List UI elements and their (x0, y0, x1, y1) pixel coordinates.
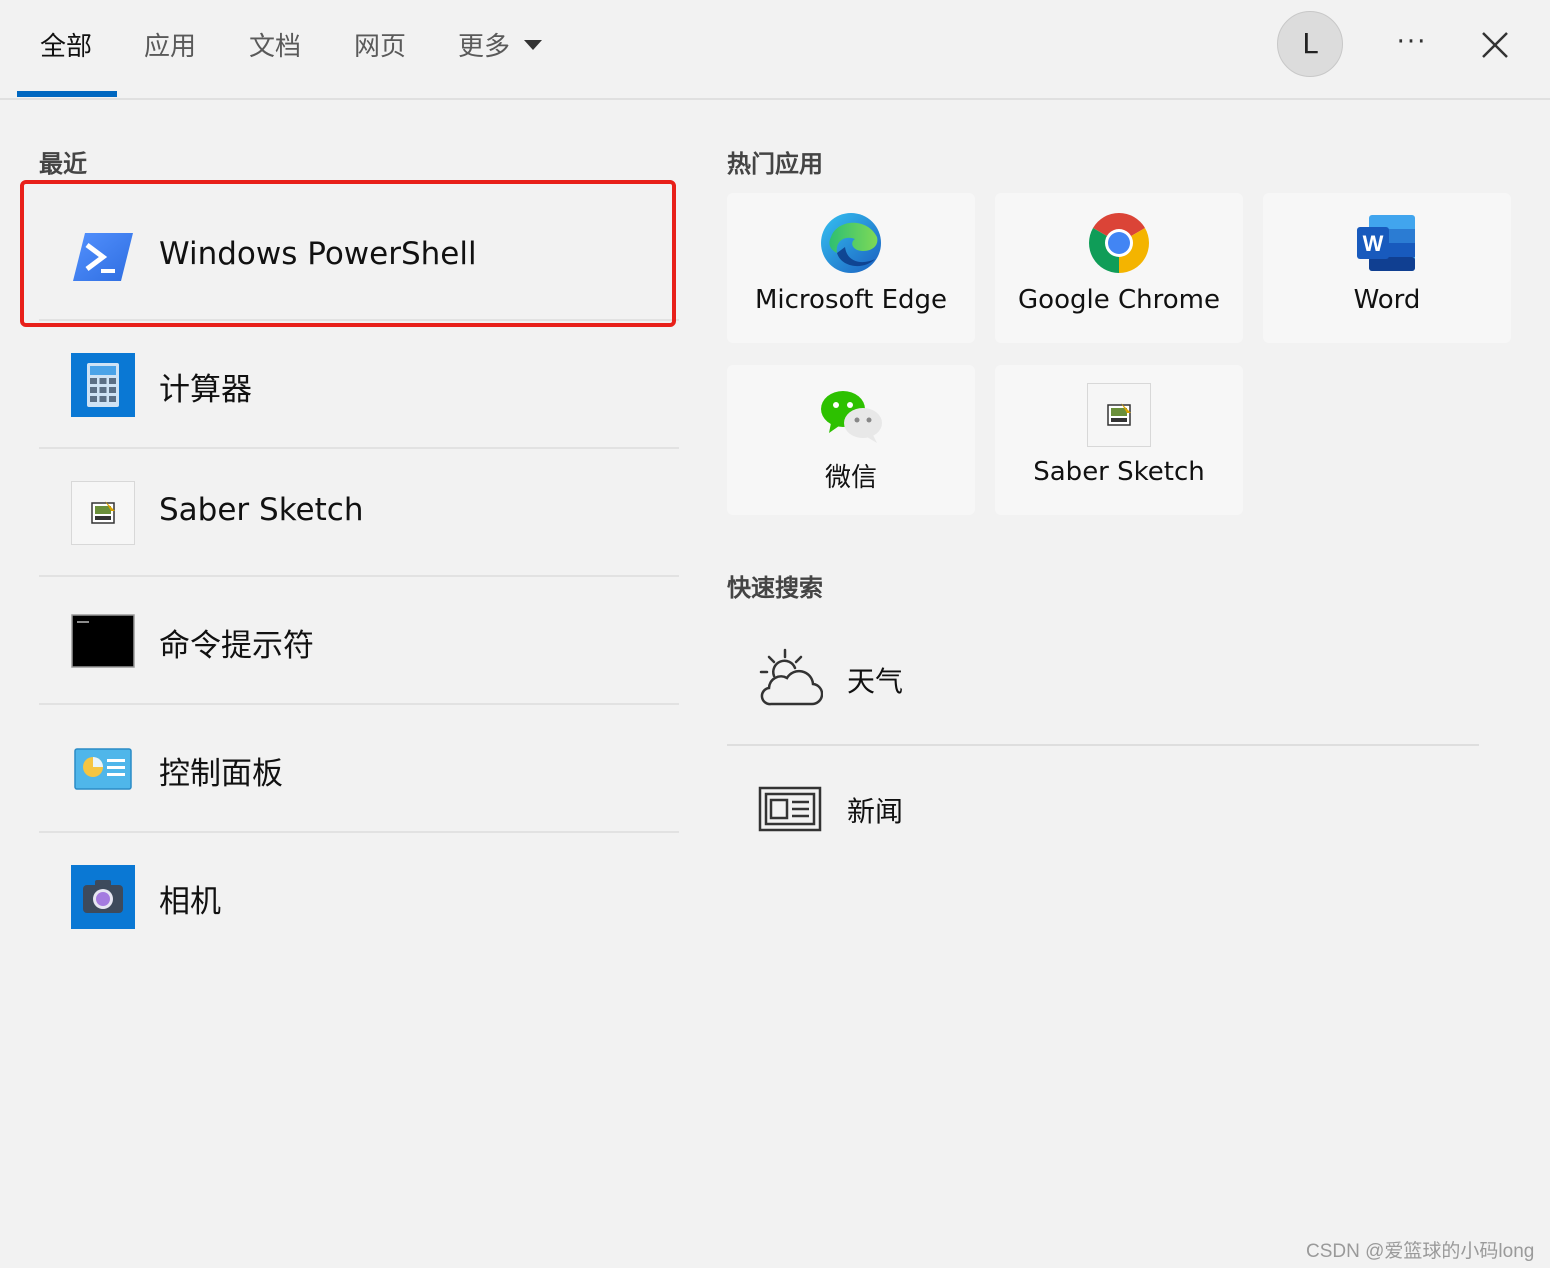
edge-icon (819, 211, 883, 275)
chrome-icon (1087, 211, 1151, 275)
app-tile-chrome[interactable]: Google Chrome (995, 193, 1243, 343)
close-button[interactable] (1474, 24, 1516, 66)
tab-all[interactable]: 全部 (40, 26, 92, 63)
saber-sketch-icon (71, 481, 135, 545)
recent-item-control-panel[interactable]: 控制面板 (39, 706, 679, 833)
quick-search-weather[interactable]: 天气 (727, 616, 1479, 744)
tab-more[interactable]: 更多 (458, 26, 543, 63)
recent-item-command-prompt[interactable]: 命令提示符 (39, 578, 679, 705)
watermark: CSDN @爱篮球的小码long (1306, 1241, 1535, 1262)
app-tile-label: Word (1353, 285, 1421, 315)
app-tile-label: Microsoft Edge (754, 285, 948, 315)
active-tab-indicator (17, 91, 117, 97)
app-tile-word[interactable]: W Word (1263, 193, 1511, 343)
recent-item-label: 命令提示符 (159, 628, 314, 664)
svg-text:W: W (1363, 231, 1384, 256)
weather-icon (757, 646, 824, 712)
quick-search-label: 天气 (847, 665, 904, 698)
chevron-down-icon (524, 39, 543, 50)
top-apps-section-title: 热门应用 (727, 150, 823, 178)
saber-sketch-icon (1087, 383, 1151, 447)
account-avatar[interactable]: L (1277, 11, 1343, 77)
quick-search-label: 新闻 (847, 795, 904, 828)
quick-search-news[interactable]: 新闻 (727, 746, 1479, 874)
recent-item-label: 控制面板 (159, 756, 283, 792)
app-tile-saber-sketch[interactable]: Saber Sketch (995, 365, 1243, 515)
top-bar: 全部 应用 文档 网页 更多 L ··· (0, 0, 1550, 100)
highlight-box (20, 180, 676, 327)
control-panel-icon (71, 737, 135, 801)
app-tile-label: 微信 (824, 463, 877, 493)
word-icon: W (1355, 211, 1419, 275)
tab-documents[interactable]: 文档 (249, 26, 301, 63)
recent-item-label: Saber Sketch (159, 492, 364, 528)
news-icon (757, 776, 823, 842)
tab-more-label: 更多 (458, 32, 511, 62)
calculator-icon (71, 353, 135, 417)
close-icon (1482, 32, 1508, 58)
wechat-icon (819, 383, 883, 447)
app-tile-label: Google Chrome (1018, 285, 1220, 315)
app-tile-wechat[interactable]: 微信 (727, 365, 975, 515)
recent-item-saber-sketch[interactable]: Saber Sketch (39, 450, 679, 577)
tab-web[interactable]: 网页 (354, 26, 406, 63)
more-options-button[interactable]: ··· (1390, 22, 1434, 66)
recent-section-title: 最近 (39, 150, 87, 178)
camera-icon (71, 865, 135, 929)
recent-item-label: 计算器 (159, 372, 252, 408)
app-tile-label: Saber Sketch (1033, 457, 1205, 487)
recent-item-camera[interactable]: 相机 (39, 834, 679, 961)
recent-item-calculator[interactable]: 计算器 (39, 322, 679, 449)
app-tile-edge[interactable]: Microsoft Edge (727, 193, 975, 343)
command-prompt-icon (71, 609, 135, 673)
recent-item-label: 相机 (159, 884, 221, 920)
quick-search-section-title: 快速搜索 (727, 574, 823, 602)
tab-apps[interactable]: 应用 (144, 26, 196, 63)
